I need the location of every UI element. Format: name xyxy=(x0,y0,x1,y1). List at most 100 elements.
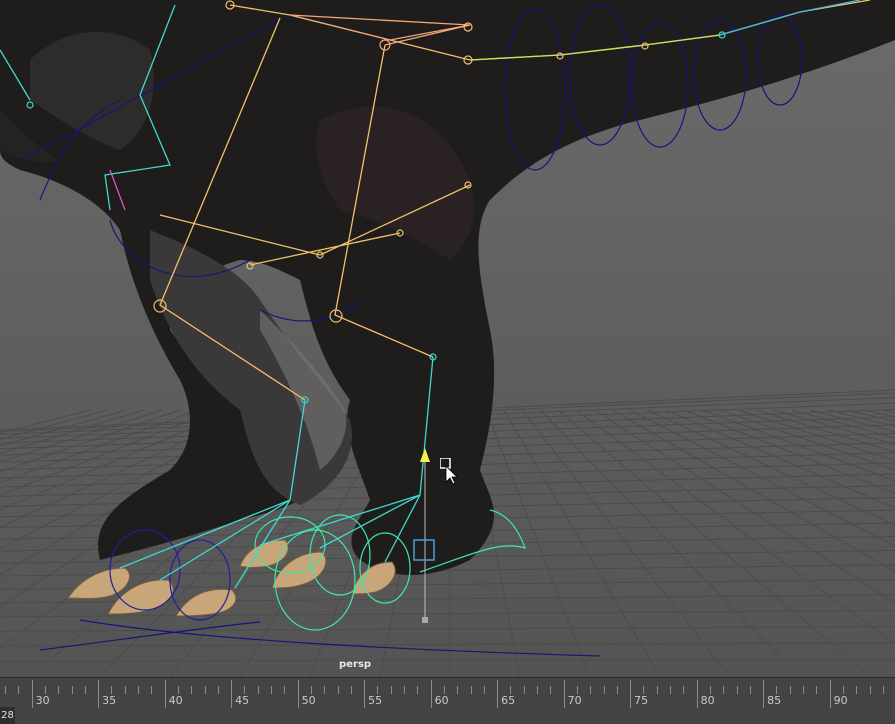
timeline-tick xyxy=(350,686,352,694)
timeline-tick xyxy=(776,686,778,694)
timeline-tick-label: 60 xyxy=(434,694,449,707)
timeline-tick-label: 85 xyxy=(767,694,782,707)
timeline-tick xyxy=(390,686,392,694)
timeline-tick-label: 75 xyxy=(634,694,649,707)
timeline-tick xyxy=(217,686,219,694)
timeline-tick xyxy=(443,686,445,694)
timeline-tick-label: 35 xyxy=(102,694,117,707)
timeline-tick xyxy=(869,686,871,694)
timeline-tick-label: 80 xyxy=(700,694,715,707)
timeline-tick xyxy=(749,686,751,694)
timeline-tick xyxy=(5,686,6,694)
timeline-tick xyxy=(497,680,499,708)
timeline-tick xyxy=(696,680,698,708)
grid-line xyxy=(521,409,731,677)
timeline-tick xyxy=(470,686,472,694)
timeline-tick xyxy=(324,686,326,694)
grid-line xyxy=(575,409,895,645)
timeline-ruler[interactable]: 30 35 40 45 50 55 60 65 70 75 80 85 90 xyxy=(0,678,895,724)
mouse-cursor-icon xyxy=(439,457,458,488)
timeline-tick xyxy=(590,686,592,694)
timeline-tick xyxy=(550,686,552,694)
timeline-tick-label: 30 xyxy=(35,694,50,707)
timeline-tick xyxy=(537,686,538,694)
timeline-tick xyxy=(683,686,685,694)
timeline-tick xyxy=(457,686,459,694)
timeline-tick xyxy=(138,686,139,694)
grid-line xyxy=(485,409,591,677)
timeline-tick xyxy=(44,686,46,694)
timeline-tick xyxy=(257,686,259,694)
timeline-tick xyxy=(31,680,33,708)
timeline-tick xyxy=(18,686,20,694)
timeline-tick xyxy=(736,686,738,694)
timeline-tick xyxy=(643,686,645,694)
timeline-tick xyxy=(310,686,312,694)
timeline-tick xyxy=(763,680,765,708)
grid-line xyxy=(665,409,895,509)
timeline-tick xyxy=(404,686,405,694)
timeline-tick xyxy=(882,686,884,694)
grid-line xyxy=(773,409,895,446)
grid-line xyxy=(755,409,895,453)
camera-label: persp xyxy=(339,659,371,670)
timeline-tick xyxy=(377,686,379,694)
3d-viewport[interactable]: persp xyxy=(0,0,895,677)
grid-line xyxy=(557,409,871,677)
timeline-tick-label: 45 xyxy=(235,694,250,707)
timeline-tick xyxy=(829,680,831,708)
timeline-tick xyxy=(856,686,858,694)
timeline-tick xyxy=(164,680,166,708)
timeline-tick xyxy=(603,686,605,694)
timeline-tick-label: 55 xyxy=(368,694,383,707)
timeline-tick xyxy=(71,686,73,694)
timeline-tick xyxy=(191,686,193,694)
grid-line xyxy=(647,409,895,526)
timeline-tick xyxy=(231,680,233,708)
timeline-tick xyxy=(430,680,432,708)
timeline-tick xyxy=(842,686,844,694)
timeline-tick xyxy=(803,686,804,694)
grid-line xyxy=(791,409,895,439)
timeline-tick-label: 70 xyxy=(567,694,582,707)
grid-line xyxy=(701,409,895,482)
grid-line xyxy=(0,642,895,647)
timeline-tick xyxy=(483,686,485,694)
timeline-tick xyxy=(656,686,658,694)
grid-line xyxy=(539,409,801,677)
timeline-tick xyxy=(630,680,632,708)
time-slider[interactable]: 30 35 40 45 50 55 60 65 70 75 80 85 90 28 xyxy=(0,677,895,724)
grid-line xyxy=(0,659,895,662)
timeline-tick xyxy=(789,686,791,694)
timeline-tick xyxy=(244,686,246,694)
timeline-tick xyxy=(204,686,206,694)
timeline-tick xyxy=(58,686,60,694)
grid-line xyxy=(719,409,895,471)
timeline-tick xyxy=(337,686,339,694)
timeline-tick xyxy=(563,680,565,708)
timeline-tick xyxy=(111,686,113,694)
timeline-tick xyxy=(177,686,179,694)
timeline-tick-label: 65 xyxy=(501,694,516,707)
scene-canvas[interactable] xyxy=(0,0,895,677)
timeline-tick xyxy=(297,680,299,708)
timeline-tick xyxy=(98,680,100,708)
timeline-tick xyxy=(670,686,671,694)
timeline-tick xyxy=(576,686,578,694)
timeline-tick xyxy=(709,686,711,694)
timeline-tick xyxy=(417,686,419,694)
timeline-tick-label: 40 xyxy=(168,694,183,707)
timeline-tick xyxy=(124,686,126,694)
timeline-tick xyxy=(510,686,512,694)
timeline-tick xyxy=(84,686,86,694)
timeline-tick xyxy=(816,686,818,694)
timeline-tick xyxy=(616,686,618,694)
timeline-tick xyxy=(723,686,725,694)
timeline-tick xyxy=(151,686,153,694)
current-frame-indicator[interactable]: 28 xyxy=(0,707,15,724)
timeline-tick xyxy=(523,686,525,694)
timeline-tick xyxy=(364,680,366,708)
timeline-tick-label: 90 xyxy=(833,694,848,707)
timeline-tick xyxy=(271,686,272,694)
timeline-tick xyxy=(284,686,286,694)
